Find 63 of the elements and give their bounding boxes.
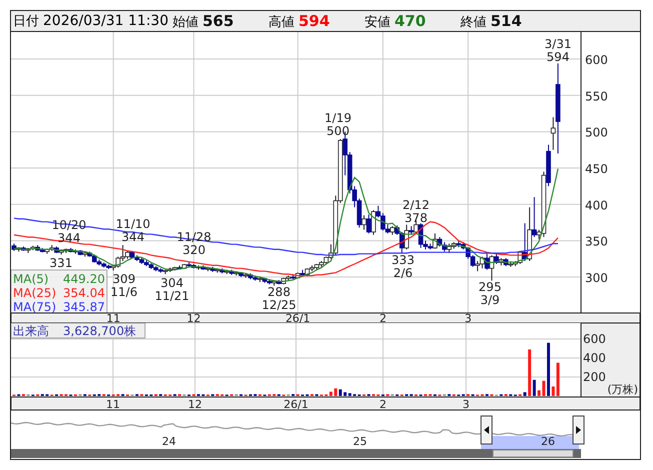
annotation-label: 3/9 bbox=[480, 293, 500, 307]
axis-label: 11 bbox=[106, 312, 120, 323]
legend-label: MA(75) bbox=[13, 300, 56, 314]
legend-value: 345.87 bbox=[63, 300, 105, 314]
volume-label: 出来高 bbox=[13, 324, 49, 338]
axis-label: 350 bbox=[585, 234, 608, 249]
axis-label: 2 bbox=[379, 312, 386, 323]
annotation-label: 11/10 bbox=[116, 217, 150, 231]
annotation-label: 304 bbox=[160, 276, 184, 290]
annotation-label: 288 bbox=[268, 285, 290, 299]
axis-label: 500 bbox=[585, 126, 608, 140]
date-label: 日付 bbox=[13, 13, 39, 30]
axis-label: 26 bbox=[541, 435, 555, 448]
field-value: 565 bbox=[202, 12, 234, 30]
annotation-label: 2/6 bbox=[393, 266, 413, 280]
axis-label: 2 bbox=[380, 398, 386, 411]
annotation-label: 344 bbox=[58, 231, 80, 245]
datetime-value: 2026/03/31 11:30 bbox=[43, 13, 168, 29]
field-label: 高値 bbox=[268, 14, 294, 30]
annotation-label: 320 bbox=[182, 243, 206, 257]
annotation-label: 500 bbox=[326, 124, 350, 138]
annotation-label: 331 bbox=[50, 256, 72, 270]
axis-label: 600 bbox=[585, 53, 608, 68]
axis-label: 25 bbox=[353, 435, 367, 448]
annotation-label: 333 bbox=[392, 253, 414, 267]
annotation-label: 11/6 bbox=[110, 285, 138, 299]
axis-label: 600 bbox=[583, 332, 606, 346]
axis-label: 550 bbox=[585, 89, 608, 104]
annotation-label: 2/12 bbox=[402, 198, 430, 212]
annotation-label: 1/19 bbox=[324, 111, 352, 125]
annotation-label: 309 bbox=[112, 272, 136, 286]
legend-value: 354.04 bbox=[63, 286, 105, 300]
annotation-label: 295 bbox=[478, 280, 502, 294]
annotation-label: 11/21 bbox=[154, 289, 190, 303]
axis-unit: (万株) bbox=[607, 383, 638, 396]
axis-label: 400 bbox=[583, 351, 606, 365]
annotation-label: 594 bbox=[546, 50, 570, 64]
axis-label: 400 bbox=[585, 198, 608, 212]
volume-total: 3,628,700株 bbox=[63, 324, 136, 338]
field-label: 終値 bbox=[460, 14, 486, 30]
annotation-label: 344 bbox=[122, 230, 144, 244]
field-value: 514 bbox=[490, 12, 522, 30]
legend-label: MA(25) bbox=[13, 286, 56, 300]
annotation-label: 378 bbox=[404, 211, 428, 225]
axis-label: 26/1 bbox=[285, 312, 310, 323]
field-label: 安値 bbox=[364, 14, 390, 30]
axis-label: 24 bbox=[162, 435, 176, 448]
axis-label: 200 bbox=[583, 370, 606, 384]
field-label: 始値 bbox=[172, 14, 198, 30]
axis-label: 3 bbox=[462, 398, 470, 411]
axis-label: 300 bbox=[585, 271, 608, 286]
axis-label: 26/1 bbox=[284, 398, 308, 411]
field-value: 594 bbox=[298, 12, 330, 30]
annotation-label: 3/31 bbox=[544, 37, 572, 51]
axis-label: 3 bbox=[464, 312, 472, 323]
axis-label: 12 bbox=[186, 312, 201, 323]
field-value: 470 bbox=[394, 12, 426, 30]
axis-label: 450 bbox=[585, 162, 608, 176]
legend-value: 449.20 bbox=[63, 272, 105, 286]
annotation-label: 12/25 bbox=[262, 298, 296, 312]
legend-label: MA(5) bbox=[13, 272, 49, 286]
axis-label: 11 bbox=[106, 398, 120, 411]
axis-label: 12 bbox=[188, 398, 202, 411]
